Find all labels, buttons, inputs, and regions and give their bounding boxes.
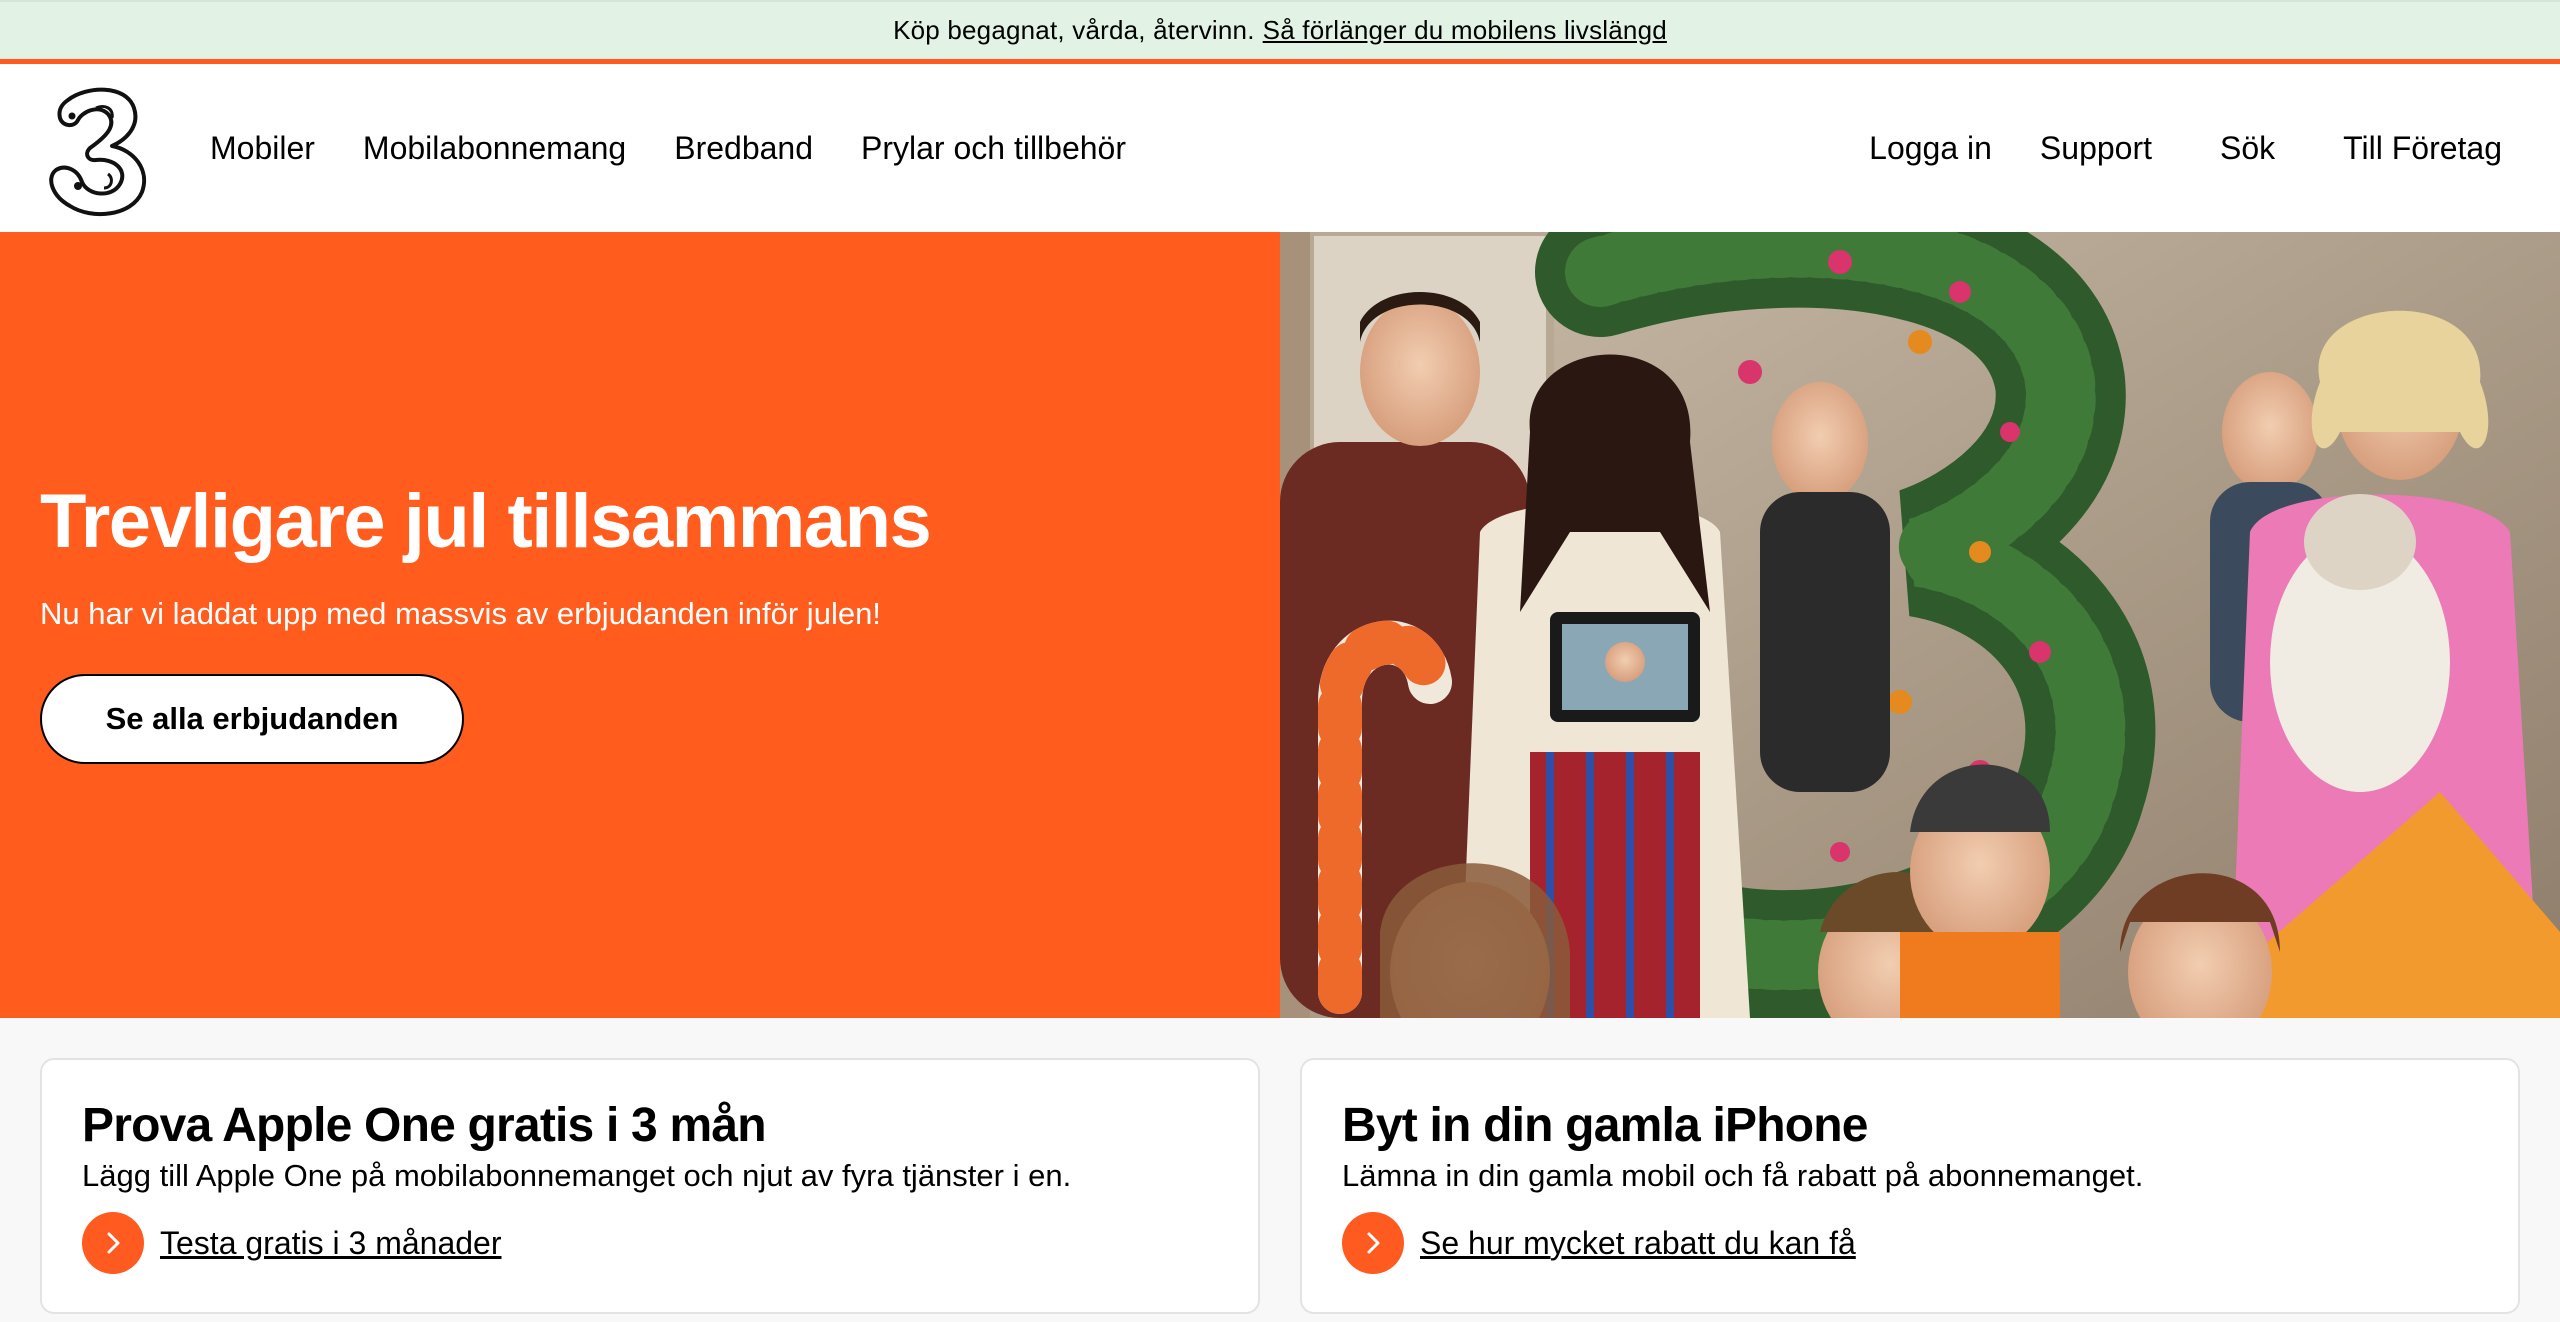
chevron-right-icon[interactable] <box>82 1212 144 1274</box>
nav-item-mobiler[interactable]: Mobiler <box>210 130 315 167</box>
trade-in-link[interactable]: Se hur mycket rabatt du kan få <box>1342 1212 1856 1274</box>
card-title: Byt in din gamla iPhone <box>1342 1099 1868 1152</box>
nav-item-prylar[interactable]: Prylar och tillbehör <box>861 130 1126 167</box>
chevron-right-icon[interactable] <box>1342 1212 1404 1274</box>
see-all-offers-button[interactable]: Se alla erbjudanden <box>40 674 464 764</box>
nav-item-support[interactable]: Support <box>2040 130 2152 167</box>
promo-card-trade-in: Byt in din gamla iPhone Lämna in din gam… <box>1300 1058 2520 1314</box>
utility-nav: Logga in Support Sök Till Företag <box>1821 64 2502 232</box>
card-link-text[interactable]: Se hur mycket rabatt du kan få <box>1420 1225 1856 1262</box>
card-title: Prova Apple One gratis i 3 mån <box>82 1099 767 1152</box>
announcement-banner: Köp begagnat, vårda, återvinn. Så förlän… <box>0 0 2560 64</box>
nav-item-foretag[interactable]: Till Företag <box>2343 130 2502 167</box>
nav-item-logga-in[interactable]: Logga in <box>1869 130 1992 167</box>
card-description: Lämna in din gamla mobil och få rabatt p… <box>1342 1158 2144 1193</box>
site-header: Mobiler Mobilabonnemang Bredband Prylar … <box>0 64 2560 232</box>
main-nav: Mobiler Mobilabonnemang Bredband Prylar … <box>210 64 1174 232</box>
card-description: Lägg till Apple One på mobilabonnemanget… <box>82 1158 1072 1193</box>
hero-subtitle: Nu har vi laddat upp med massvis av erbj… <box>40 596 881 631</box>
nav-item-mobilabonnemang[interactable]: Mobilabonnemang <box>363 130 626 167</box>
nav-item-bredband[interactable]: Bredband <box>674 130 813 167</box>
hero-section: Trevligare jul tillsammans Nu har vi lad… <box>0 232 2560 1018</box>
announcement-link[interactable]: Så förlänger du mobilens livslängd <box>1263 15 1667 46</box>
nav-item-sok[interactable]: Sök <box>2220 130 2275 167</box>
announcement-text: Köp begagnat, vårda, återvinn. <box>893 15 1255 45</box>
hero-title: Trevligare jul tillsammans <box>40 479 932 564</box>
family-christmas-photo <box>1280 232 2560 1018</box>
promo-card-apple-one: Prova Apple One gratis i 3 mån Lägg till… <box>40 1058 1260 1314</box>
hero-content: Trevligare jul tillsammans Nu har vi lad… <box>40 232 1240 1018</box>
try-free-link[interactable]: Testa gratis i 3 månader <box>82 1212 502 1274</box>
card-link-text[interactable]: Testa gratis i 3 månader <box>160 1225 502 1262</box>
three-logo-icon[interactable] <box>38 78 154 220</box>
